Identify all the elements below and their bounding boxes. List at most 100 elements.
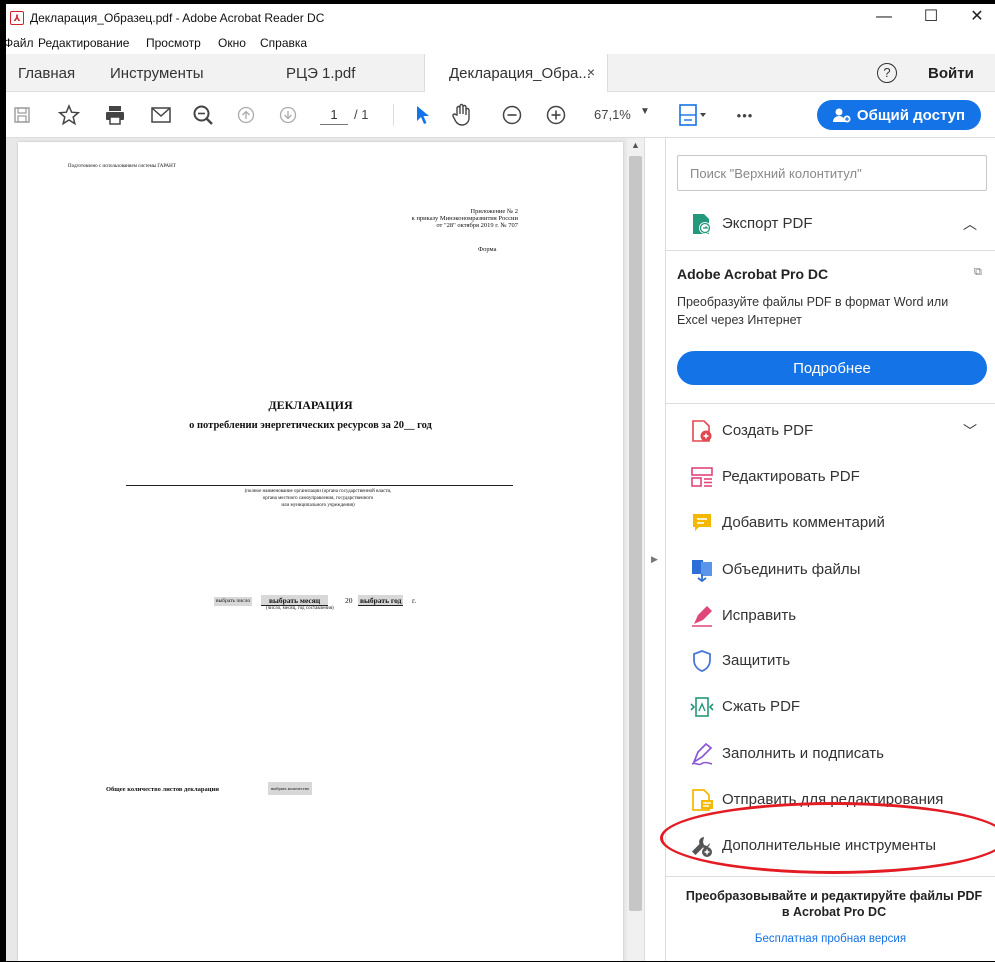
date-year-field[interactable]: выбрать год — [358, 595, 404, 606]
tab-document-declaration-label: Декларация_Обра... — [449, 65, 591, 82]
date-hint: (число, месяц, год составления) — [266, 606, 334, 611]
tool-label: Дополнительные инструменты — [722, 837, 937, 854]
tool-label: Отправить для редактирования — [722, 791, 944, 808]
maximize-button[interactable]: ☐ — [909, 6, 953, 30]
toolbar-divider — [393, 104, 394, 126]
prev-page-icon[interactable] — [234, 102, 258, 128]
window-title: Декларация_Образец.pdf - Adobe Acrobat R… — [30, 11, 325, 25]
tool-label: Исправить — [722, 607, 797, 624]
promo-description: Преобразуйте файлы PDF в формат Word или… — [677, 295, 949, 327]
wrench-add-icon — [692, 837, 712, 857]
divider — [666, 250, 995, 251]
form-label: Форма — [478, 246, 497, 253]
promo-title: Adobe Acrobat Pro DC — [677, 266, 829, 282]
toolbar: 1 / 1 67,1% ▼ ••• Общий доступ — [6, 92, 995, 138]
fill-sign-icon — [691, 742, 713, 766]
zoom-in-icon[interactable] — [544, 102, 568, 128]
expand-pane-arrow-icon[interactable]: ▶ — [651, 554, 658, 565]
tool-label: Создать PDF — [722, 422, 814, 439]
pdf-page[interactable]: Подготовлено с использованием системы ГА… — [18, 142, 623, 961]
tool-combine-files[interactable]: Объединить файлы — [666, 550, 995, 590]
menu-window[interactable]: Окно — [218, 36, 246, 50]
upgrade-promo-title: Преобразовывайте и редактируйте файлы PD… — [685, 889, 983, 919]
tool-fill-sign[interactable]: Заполнить и подписать — [666, 734, 995, 774]
tool-edit-pdf[interactable]: Редактировать PDF — [666, 457, 995, 497]
hand-tool-icon[interactable] — [450, 102, 474, 128]
help-icon[interactable]: ? — [877, 63, 897, 83]
tool-fix[interactable]: Исправить — [666, 596, 995, 636]
save-icon[interactable] — [10, 102, 34, 128]
tool-label: Редактировать PDF — [722, 468, 860, 485]
zoom-find-icon[interactable] — [190, 102, 216, 128]
chevron-up-icon[interactable]: ︿ — [963, 214, 977, 234]
appendix-line-1: Приложение № 2 — [470, 208, 518, 215]
more-tools-icon[interactable]: ••• — [730, 102, 760, 128]
zoom-level-select[interactable]: 67,1% — [594, 107, 631, 122]
tool-label: Защитить — [722, 652, 791, 669]
tool-compress-pdf[interactable]: Сжать PDF — [666, 687, 995, 727]
create-pdf-icon — [692, 420, 712, 442]
menu-help[interactable]: Справка — [260, 36, 307, 50]
tool-protect[interactable]: Защитить — [666, 641, 995, 681]
divider — [666, 876, 995, 877]
divider — [666, 403, 995, 404]
free-trial-link[interactable]: Бесплатная пробная версия — [666, 933, 995, 945]
edit-pdf-icon — [691, 467, 713, 487]
copy-icon[interactable]: ⧉ — [974, 266, 982, 279]
pen-fix-icon — [692, 606, 712, 627]
vertical-scrollbar[interactable]: ▲ — [627, 138, 644, 961]
learn-more-button[interactable]: Подробнее — [677, 351, 987, 385]
pane-collapse-strip[interactable]: ▶ — [644, 138, 666, 961]
sheets-count-field[interactable]: выбрать количество — [268, 782, 313, 795]
scrollbar-thumb[interactable] — [629, 156, 642, 911]
tab-tools[interactable]: Инструменты — [110, 65, 204, 82]
tab-document-rce[interactable]: РЦЭ 1.pdf — [286, 65, 355, 82]
print-icon[interactable] — [102, 102, 128, 128]
shield-icon — [693, 650, 711, 672]
page-fit-icon[interactable] — [676, 102, 710, 128]
chevron-down-icon[interactable]: ﹀ — [963, 421, 977, 441]
date-month-field[interactable]: выбрать месяц — [261, 595, 329, 606]
close-tab-icon[interactable]: × — [587, 64, 595, 80]
acrobat-app-icon: ⅄ — [10, 11, 24, 25]
tool-add-comment[interactable]: Добавить комментарий — [666, 503, 995, 543]
share-button[interactable]: Общий доступ — [817, 100, 981, 130]
sheets-count-label: Общее количество листов декларации — [106, 786, 219, 793]
date-century: 20 — [345, 596, 353, 605]
tab-document-declaration[interactable]: Декларация_Обра... × — [424, 54, 608, 92]
tool-label: Заполнить и подписать — [722, 745, 884, 762]
declaration-subheading: о потреблении энергетических ресурсов за… — [189, 420, 432, 431]
zoom-out-icon[interactable] — [500, 102, 524, 128]
chevron-down-icon[interactable]: ▼ — [640, 106, 650, 117]
sign-in-link[interactable]: Войти — [928, 65, 974, 82]
org-hint-line-3: или муниципального учреждения) — [281, 503, 355, 508]
next-page-icon[interactable] — [276, 102, 300, 128]
document-viewport[interactable]: Подготовлено с использованием системы ГА… — [6, 138, 644, 961]
export-pdf-section[interactable]: Экспорт PDF ︿ — [666, 204, 995, 244]
tool-create-pdf[interactable]: Создать PDF ﹀ — [666, 411, 995, 451]
bookmark-star-icon[interactable] — [56, 102, 82, 128]
appendix-block: Приложение № 2 к приказу Минэкономразвит… — [318, 208, 518, 229]
prepared-with-garant: Подготовлено с использованием системы ГА… — [68, 164, 176, 169]
acrobat-window: ⅄ Декларация_Образец.pdf - Adobe Acrobat… — [6, 4, 995, 961]
export-pdf-label: Экспорт PDF — [722, 215, 813, 232]
tool-send-for-review[interactable]: Отправить для редактирования — [666, 780, 995, 820]
email-icon[interactable] — [148, 102, 174, 128]
combine-files-icon — [692, 560, 712, 582]
tool-more-tools[interactable]: Дополнительные инструменты — [666, 826, 995, 866]
minimize-button[interactable]: — — [862, 6, 906, 30]
org-hint-line-2: органа местного самоуправления, государс… — [262, 496, 374, 501]
page-number-input[interactable]: 1 — [320, 105, 348, 125]
select-cursor-icon[interactable] — [412, 102, 434, 128]
tool-label: Добавить комментарий — [722, 514, 885, 531]
menu-view[interactable]: Просмотр — [146, 36, 201, 50]
menu-file[interactable]: Файл — [6, 36, 34, 50]
close-window-button[interactable]: ✕ — [955, 6, 995, 30]
date-year-suffix: г. — [412, 596, 417, 605]
scroll-up-arrow-icon[interactable]: ▲ — [631, 140, 640, 150]
menu-edit[interactable]: Редактирование — [38, 36, 129, 50]
tools-search-input[interactable]: Поиск "Верхний колонтитул" — [677, 155, 987, 191]
comment-icon — [693, 514, 711, 531]
tab-home[interactable]: Главная — [18, 65, 75, 82]
date-day-field[interactable]: выбрать число — [214, 597, 253, 606]
